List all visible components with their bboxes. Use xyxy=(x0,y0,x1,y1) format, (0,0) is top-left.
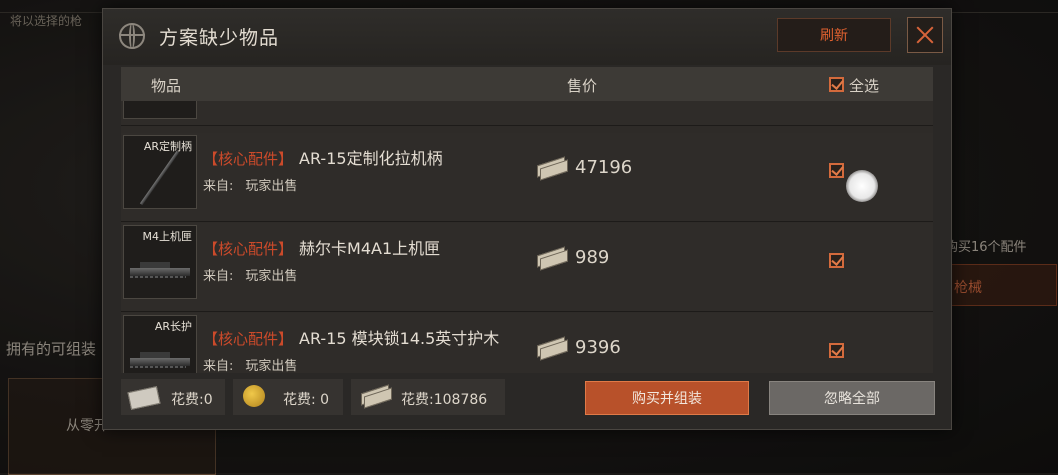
item-tag: 【核心配件】 xyxy=(203,330,294,348)
item-list[interactable]: AR定制柄 【核心配件】 AR-15定制化拉机柄 来自: 玩家出售 47196 M4… xyxy=(121,101,933,373)
globe-icon xyxy=(119,23,145,49)
dialog-footer: 花费:0 花费: 0 花费:108786 购买并组装 忽略全部 xyxy=(121,379,935,419)
item-title: 【核心配件】 AR-15 模块锁14.5英寸护木 xyxy=(203,325,499,349)
coin-icon xyxy=(243,385,265,407)
item-name: AR-15 模块锁14.5英寸护木 xyxy=(299,329,500,348)
item-title: 【核心配件】 赫尔卡M4A1上机匣 xyxy=(203,235,440,259)
charging-handle-icon xyxy=(139,150,180,206)
source-value: 玩家出售 xyxy=(245,359,298,373)
list-item[interactable]: AR长护 【核心配件】 AR-15 模块锁14.5英寸护木 来自: 玩家出售 939… xyxy=(121,313,933,373)
item-name: 赫尔卡M4A1上机匣 xyxy=(299,239,441,258)
source-value: 玩家出售 xyxy=(245,269,298,284)
handguard-icon xyxy=(130,352,190,368)
item-name: AR-15定制化拉机柄 xyxy=(299,149,443,168)
buy-and-assemble-button[interactable]: 购买并组装 xyxy=(585,381,749,415)
coin-cost-label: 花费: 0 xyxy=(283,392,330,408)
source-label: 来自: xyxy=(203,179,234,194)
select-all-label[interactable]: 全选 xyxy=(849,75,879,96)
item-checkbox[interactable] xyxy=(829,343,844,358)
column-item: 物品 xyxy=(151,77,182,95)
thumbnail-label: AR定制柄 xyxy=(143,140,192,153)
column-price: 售价 xyxy=(567,77,598,95)
item-checkbox[interactable] xyxy=(829,163,844,178)
item-price: 989 xyxy=(575,247,610,268)
list-item[interactable]: M4上机匣 【核心配件】 赫尔卡M4A1上机匣 来自: 玩家出售 989 xyxy=(121,223,933,312)
select-all-checkbox[interactable] xyxy=(829,77,844,92)
item-source: 来自: 玩家出售 xyxy=(203,175,297,194)
refresh-button[interactable]: 刷新 xyxy=(777,18,891,52)
source-label: 来自: xyxy=(203,359,234,373)
item-tag: 【核心配件】 xyxy=(203,150,294,168)
item-price: 47196 xyxy=(575,157,633,178)
item-thumbnail: M4上机匣 xyxy=(123,225,197,299)
item-source: 来自: 玩家出售 xyxy=(203,265,297,284)
list-item[interactable]: AR定制柄 【核心配件】 AR-15定制化拉机柄 来自: 玩家出售 47196 xyxy=(121,133,933,222)
item-tag: 【核心配件】 xyxy=(203,240,294,258)
cash-icon xyxy=(361,384,392,409)
ignore-all-button[interactable]: 忽略全部 xyxy=(769,381,935,415)
item-price: 9396 xyxy=(575,337,621,358)
item-thumbnail xyxy=(123,101,197,119)
ticket-cost: 花费:0 xyxy=(121,379,225,415)
item-title: 【核心配件】 AR-15定制化拉机柄 xyxy=(203,145,443,169)
dialog-header: 方案缺少物品 刷新 xyxy=(103,9,951,65)
missing-items-dialog: 方案缺少物品 刷新 物品 售价 全选 AR定制柄 【核心配件】 AR-15定制化拉… xyxy=(102,8,952,430)
column-header: 物品 售价 全选 xyxy=(121,67,933,101)
item-thumbnail: AR长护 xyxy=(123,315,197,373)
touch-indicator xyxy=(846,170,878,202)
item-source: 来自: 玩家出售 xyxy=(203,355,297,373)
cash-cost: 花费:108786 xyxy=(351,379,505,415)
source-value: 玩家出售 xyxy=(245,179,298,194)
item-checkbox[interactable] xyxy=(829,253,844,268)
dialog-title: 方案缺少物品 xyxy=(159,27,280,49)
coin-cost: 花费: 0 xyxy=(233,379,343,415)
list-item-partial xyxy=(121,101,933,126)
ticket-cost-label: 花费:0 xyxy=(171,392,213,408)
cash-icon xyxy=(537,336,568,361)
cash-cost-label: 花费:108786 xyxy=(401,392,488,408)
cash-icon xyxy=(537,246,568,271)
source-label: 来自: xyxy=(203,269,234,284)
cash-icon xyxy=(537,156,568,181)
item-thumbnail: AR定制柄 xyxy=(123,135,197,209)
ticket-icon xyxy=(127,386,161,410)
upper-receiver-icon xyxy=(130,262,190,278)
thumbnail-label: AR长护 xyxy=(154,320,192,333)
close-icon[interactable] xyxy=(907,17,943,53)
thumbnail-label: M4上机匣 xyxy=(142,230,193,243)
